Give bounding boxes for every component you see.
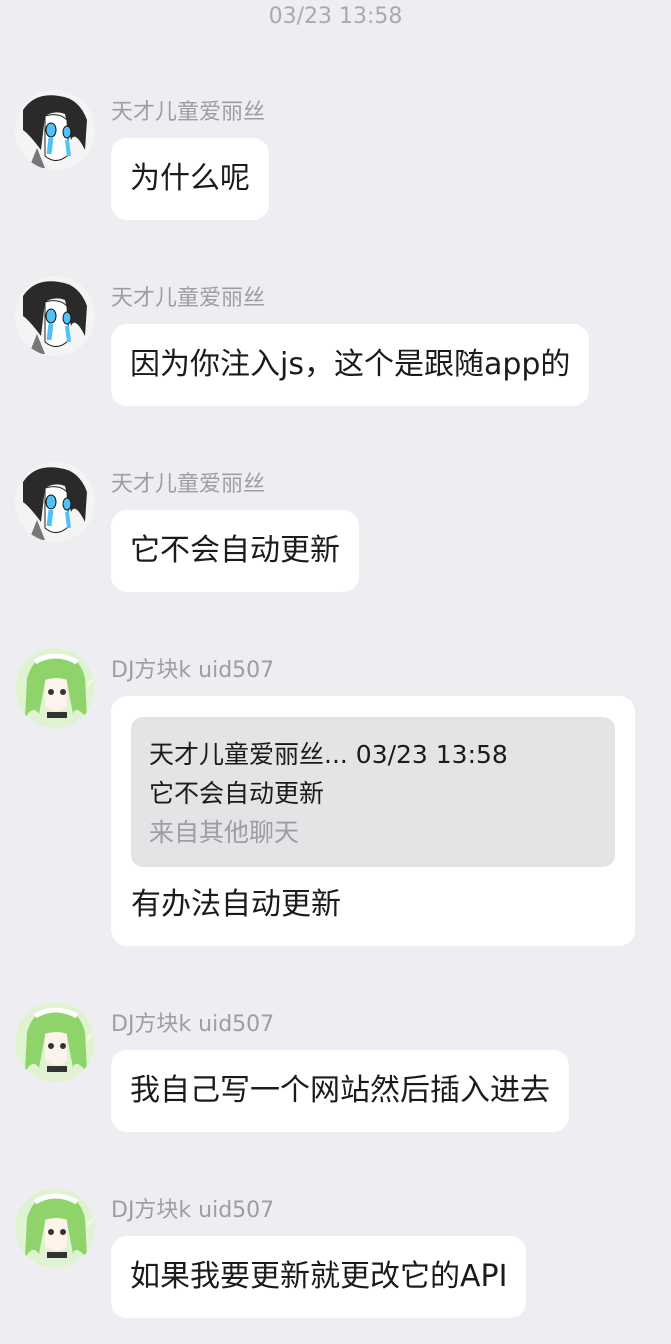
- message-bubble[interactable]: 因为你注入js，这个是跟随app的: [111, 324, 590, 406]
- quote-box[interactable]: 天才儿童爱丽丝... 03/23 13:58 它不会自动更新 来自其他聊天: [131, 717, 615, 867]
- quoted-message-bubble[interactable]: 天才儿童爱丽丝... 03/23 13:58 它不会自动更新 来自其他聊天 有办…: [111, 696, 635, 946]
- sender-name: DJ方块k uid507: [111, 1198, 275, 1223]
- message-bubble[interactable]: 它不会自动更新: [111, 510, 359, 592]
- message-bubble[interactable]: 如果我要更新就更改它的API: [111, 1236, 527, 1318]
- quote-header: 天才儿童爱丽丝... 03/23 13:58: [149, 740, 508, 769]
- green-hair-maid-avatar[interactable]: [15, 1002, 95, 1082]
- sender-name: 天才儿童爱丽丝: [111, 472, 266, 497]
- anime-girl-black-hair-avatar[interactable]: [15, 276, 95, 356]
- chat-timestamp: 03/23 13:58: [268, 4, 403, 29]
- sender-name: 天才儿童爱丽丝: [111, 100, 266, 125]
- reply-text: 有办法自动更新: [131, 887, 341, 922]
- quote-origin: 来自其他聊天: [149, 818, 300, 847]
- sender-name: 天才儿童爱丽丝: [111, 286, 266, 311]
- green-hair-maid-avatar[interactable]: [15, 1188, 95, 1268]
- message-bubble[interactable]: 为什么呢: [111, 138, 269, 220]
- sender-name: DJ方块k uid507: [111, 658, 275, 683]
- anime-girl-black-hair-avatar[interactable]: [15, 462, 95, 542]
- quote-text: 它不会自动更新: [149, 779, 325, 808]
- message-bubble[interactable]: 我自己写一个网站然后插入进去: [111, 1050, 569, 1132]
- sender-name: DJ方块k uid507: [111, 1012, 275, 1037]
- green-hair-maid-avatar[interactable]: [15, 648, 95, 728]
- anime-girl-black-hair-avatar[interactable]: [15, 90, 95, 170]
